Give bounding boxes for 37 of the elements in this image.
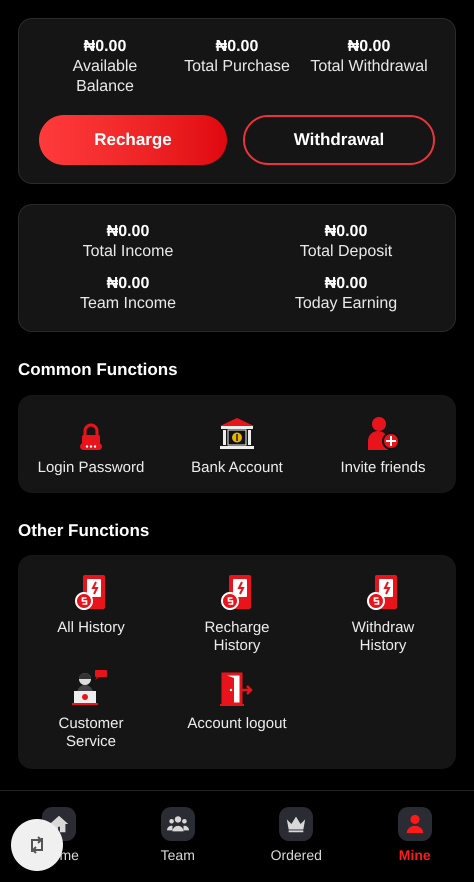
money-history-icon <box>220 573 254 611</box>
section-title: Other Functions <box>18 520 150 542</box>
function-item[interactable]: Account logout <box>164 667 310 751</box>
nav-tab[interactable]: Ordered <box>237 807 356 882</box>
stat-label: Available Balance <box>72 57 138 97</box>
amount-value: ₦0.00 <box>216 37 258 57</box>
function-item[interactable]: Bank Account <box>164 410 310 476</box>
withdrawal-button[interactable]: Withdrawal <box>243 115 435 165</box>
amount-value: ₦0.00 <box>324 274 368 294</box>
amount-value: ₦0.00 <box>324 222 368 242</box>
section-title: Common Functions <box>18 359 179 381</box>
amount-value: ₦0.00 <box>84 37 126 57</box>
recharge-button[interactable]: Recharge <box>39 115 227 165</box>
stat-label: Team Income <box>80 294 176 314</box>
amount-value: ₦0.00 <box>106 274 150 294</box>
function-item[interactable]: Withdraw History <box>310 571 456 655</box>
swap-icon <box>28 834 46 856</box>
nav-tab[interactable]: Mine <box>356 807 474 882</box>
stat-label: Total Income <box>82 242 174 262</box>
amount-value: ₦0.00 <box>348 37 390 57</box>
stat-label: Total Withdrawal <box>310 57 428 77</box>
function-item[interactable]: Login Password <box>18 410 164 476</box>
function-item[interactable]: Customer Service <box>18 667 164 751</box>
invite-friend-icon <box>366 414 400 450</box>
stat-label: Today Earning <box>294 294 398 314</box>
lock-icon <box>78 422 104 450</box>
nav-tab[interactable]: Team <box>118 807 237 882</box>
money-history-icon <box>366 573 400 611</box>
door-exit-icon <box>220 671 254 707</box>
money-history-icon <box>74 573 108 611</box>
stat-label: Total Deposit <box>300 242 392 262</box>
function-item[interactable]: Recharge History <box>164 571 310 655</box>
amount-value: ₦0.00 <box>106 222 150 242</box>
bank-icon <box>219 416 255 450</box>
function-item[interactable]: All History <box>18 571 164 655</box>
stat-label: Total Purchase <box>184 57 290 77</box>
function-item[interactable]: Invite friends <box>310 410 456 476</box>
